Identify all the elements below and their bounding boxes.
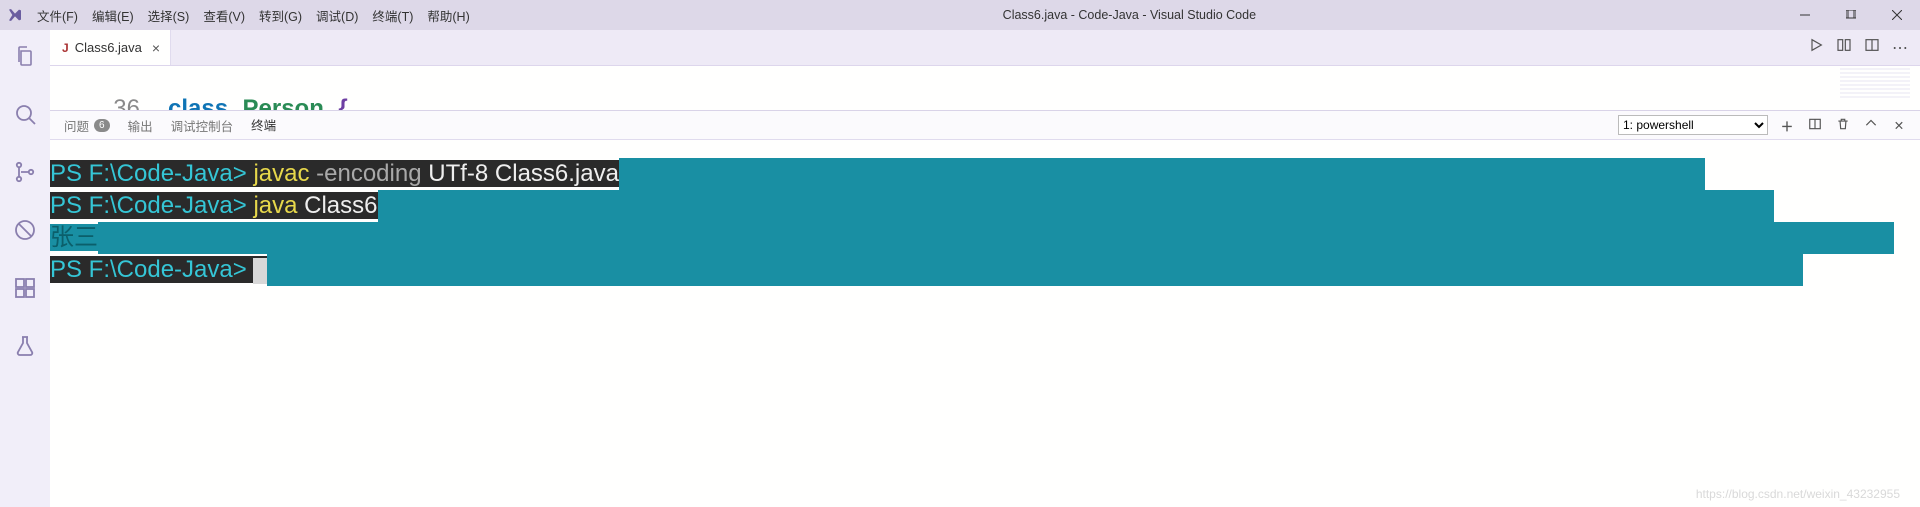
editor-group: J Class6.java × ⋯ 36class Person { 37 pr… <box>50 30 1920 507</box>
vscode-logo-icon <box>0 7 30 23</box>
java-file-icon: J <box>62 41 69 55</box>
editor-tabs: J Class6.java × ⋯ <box>50 30 1920 66</box>
title-bar: 文件(F) 编辑(E) 选择(S) 查看(V) 转到(G) 调试(D) 终端(T… <box>0 0 1920 30</box>
test-beaker-icon[interactable] <box>0 328 50 364</box>
new-terminal-icon[interactable]: ＋ <box>1778 116 1796 135</box>
debug-icon[interactable] <box>0 212 50 248</box>
activity-bar <box>0 30 50 507</box>
line-number: 36 <box>90 95 140 110</box>
code-token: { <box>338 95 347 110</box>
terminal-selector[interactable]: 1: powershell <box>1618 115 1768 135</box>
terminal-text: UTf-8 Class6.java <box>428 160 619 187</box>
tab-class6-java[interactable]: J Class6.java × <box>50 30 171 65</box>
kill-terminal-icon[interactable] <box>1834 117 1852 134</box>
menu-goto[interactable]: 转到(G) <box>252 6 309 25</box>
window-maximize-button[interactable] <box>1828 0 1874 30</box>
code-token: class <box>168 95 228 110</box>
menu-view[interactable]: 查看(V) <box>196 6 252 25</box>
menu-select[interactable]: 选择(S) <box>141 6 197 25</box>
watermark-text: https://blog.csdn.net/weixin_43232955 <box>1696 487 1900 501</box>
panel-tab-label: 问题 <box>64 116 89 135</box>
search-icon[interactable] <box>0 96 50 132</box>
menu-help[interactable]: 帮助(H) <box>420 6 476 25</box>
terminal-text: java <box>253 192 297 219</box>
terminal[interactable]: PS F:\Code-Java> javac -encoding UTf-8 C… <box>50 140 1920 507</box>
panel-tab-problems[interactable]: 问题 6 <box>64 109 110 141</box>
terminal-text: Class6 <box>304 192 377 219</box>
close-tab-icon[interactable]: × <box>148 40 160 56</box>
panel-tab-debug-console[interactable]: 调试控制台 <box>171 109 234 141</box>
menu-file[interactable]: 文件(F) <box>30 6 85 25</box>
terminal-prompt: PS F:\Code-Java> <box>50 160 247 187</box>
panel-tab-terminal[interactable]: 终端 <box>251 109 276 141</box>
menu-edit[interactable]: 编辑(E) <box>85 6 141 25</box>
panel-tab-output[interactable]: 输出 <box>128 109 153 141</box>
maximize-panel-icon[interactable] <box>1862 117 1880 134</box>
terminal-prompt: PS F:\Code-Java> <box>50 256 247 283</box>
terminal-text: -encoding <box>316 160 421 187</box>
extensions-icon[interactable] <box>0 270 50 306</box>
split-terminal-icon[interactable] <box>1806 117 1824 134</box>
code-token: Person <box>243 95 324 110</box>
terminal-cursor <box>253 258 267 284</box>
panel-header: 问题 6 输出 调试控制台 终端 1: powershell ＋ ✕ <box>50 110 1920 140</box>
window-title: Class6.java - Code-Java - Visual Studio … <box>477 8 1782 22</box>
explorer-icon[interactable] <box>0 38 50 74</box>
window-minimize-button[interactable] <box>1782 0 1828 30</box>
more-icon[interactable]: ⋯ <box>1892 38 1908 58</box>
terminal-prompt: PS F:\Code-Java> <box>50 192 247 219</box>
terminal-text: javac <box>253 160 309 187</box>
close-panel-icon[interactable]: ✕ <box>1890 118 1908 133</box>
split-compare-icon[interactable] <box>1836 37 1852 58</box>
run-icon[interactable] <box>1808 37 1824 58</box>
code-editor[interactable]: 36class Person { 37 private String name;… <box>50 66 1920 110</box>
minimap[interactable] <box>1840 68 1910 100</box>
source-control-icon[interactable] <box>0 154 50 190</box>
problems-count-badge: 6 <box>94 119 110 132</box>
menu-bar: 文件(F) 编辑(E) 选择(S) 查看(V) 转到(G) 调试(D) 终端(T… <box>30 6 477 25</box>
window-close-button[interactable] <box>1874 0 1920 30</box>
tab-label: Class6.java <box>75 40 142 55</box>
split-editor-icon[interactable] <box>1864 37 1880 58</box>
menu-terminal[interactable]: 终端(T) <box>365 6 420 25</box>
terminal-output: 张三 <box>50 224 98 251</box>
menu-debug[interactable]: 调试(D) <box>309 6 365 25</box>
